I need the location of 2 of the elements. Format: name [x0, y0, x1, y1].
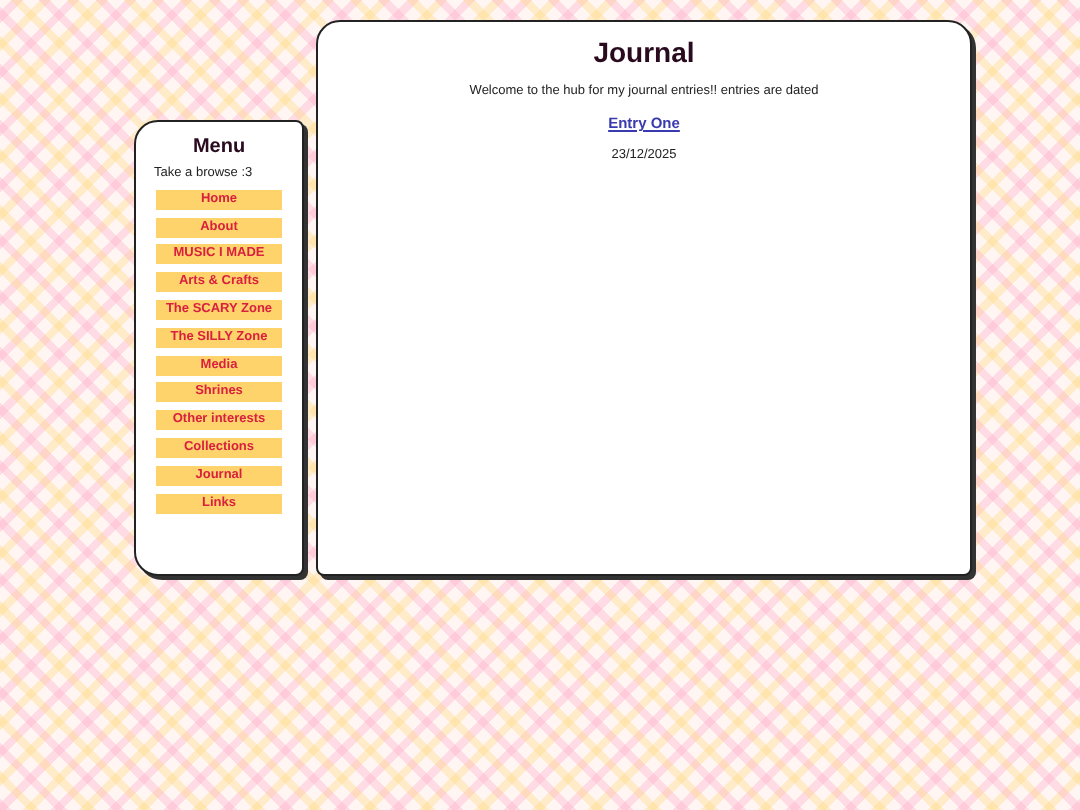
menu-title: Menu: [192, 136, 246, 158]
page-title: Journal: [593, 36, 695, 68]
